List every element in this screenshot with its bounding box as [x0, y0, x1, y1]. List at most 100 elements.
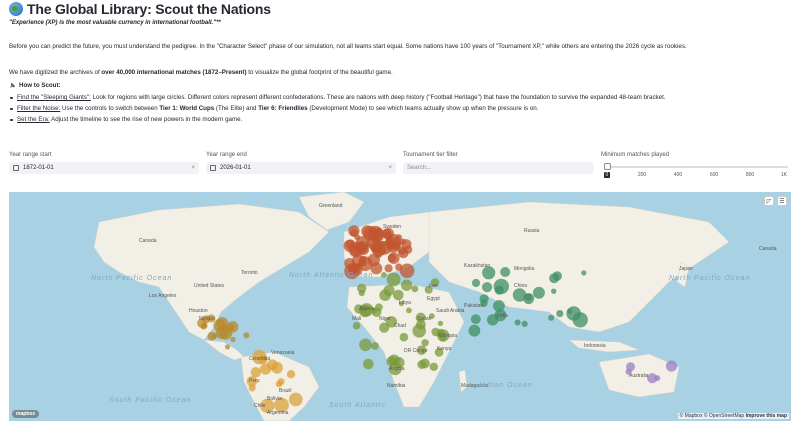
slider-track[interactable]	[607, 166, 788, 168]
min-matches-slider[interactable]: 0 200 400 600 800 1K	[604, 160, 788, 180]
team-circle[interactable]	[551, 288, 557, 294]
select-tool-button[interactable]: ◸	[764, 196, 774, 206]
improve-map-link[interactable]: Improve this map	[746, 413, 787, 419]
year-start-input[interactable]: 1872-01-01 ×	[9, 162, 199, 174]
team-circle[interactable]	[248, 384, 256, 392]
team-circle[interactable]	[406, 307, 412, 314]
team-circle[interactable]	[277, 378, 285, 386]
team-circle[interactable]	[556, 310, 564, 318]
mapbox-logo[interactable]: mapbox	[12, 410, 40, 418]
label-australia: Australia	[629, 373, 649, 379]
team-circle[interactable]	[468, 324, 481, 337]
team-circle[interactable]	[379, 322, 390, 333]
team-circle[interactable]	[395, 263, 403, 271]
how-to-label: How to Scout:	[19, 82, 61, 89]
archive-text: We have digitized the archives of	[9, 69, 102, 76]
label-india: India	[497, 313, 508, 319]
team-circle[interactable]	[216, 317, 229, 329]
team-circle[interactable]	[381, 272, 387, 278]
year-end-value: 2026-01-01	[220, 165, 251, 171]
label-argentina: Argentina	[267, 410, 289, 416]
team-circle[interactable]	[581, 270, 587, 276]
team-circle[interactable]	[401, 279, 413, 291]
team-circle[interactable]	[369, 240, 382, 253]
team-circle[interactable]	[493, 278, 509, 295]
team-circle[interactable]	[385, 237, 401, 253]
team-circle[interactable]	[224, 344, 231, 350]
team-circle[interactable]	[421, 339, 429, 347]
calendar-icon	[210, 165, 216, 171]
team-circle[interactable]	[384, 264, 393, 273]
team-circle[interactable]	[521, 320, 528, 327]
team-circle[interactable]	[286, 370, 296, 379]
team-circle[interactable]	[471, 278, 481, 288]
label-greenland: Greenland	[319, 203, 343, 209]
set-era-link[interactable]: Set the Era:	[17, 116, 50, 123]
team-circle[interactable]	[350, 245, 361, 257]
label-niger: Niger	[379, 316, 391, 322]
team-circle[interactable]	[361, 225, 374, 238]
label-los-angeles: Los Angeles	[149, 293, 177, 299]
team-circle[interactable]	[567, 308, 573, 314]
team-circle[interactable]	[437, 320, 444, 327]
team-circle[interactable]	[626, 362, 635, 372]
team-circle[interactable]	[250, 367, 262, 378]
team-circle[interactable]	[482, 282, 493, 293]
team-circle[interactable]	[417, 360, 427, 369]
team-circle[interactable]	[654, 375, 661, 382]
team-circle[interactable]	[381, 228, 392, 239]
slider-thumb[interactable]	[604, 163, 611, 170]
label-russia: Russia	[524, 228, 540, 234]
instructions-list: Find the "Sleeping Giants": Look for reg…	[10, 94, 666, 128]
team-circle[interactable]	[548, 314, 555, 321]
team-circle[interactable]	[371, 342, 379, 350]
team-circle[interactable]	[379, 289, 391, 301]
team-circle[interactable]	[230, 336, 236, 343]
label-toronto: Toronto	[241, 270, 258, 276]
team-circle[interactable]	[429, 362, 438, 371]
team-circle[interactable]	[387, 253, 397, 263]
team-circle[interactable]	[665, 360, 678, 372]
team-circle[interactable]	[358, 290, 365, 297]
team-circle[interactable]	[260, 363, 272, 375]
year-end-input[interactable]: 2026-01-01 ×	[206, 162, 396, 174]
team-circle[interactable]	[352, 321, 361, 330]
slider-tick-label: 600	[709, 172, 719, 178]
team-circle[interactable]	[350, 229, 358, 237]
team-circle[interactable]	[386, 272, 401, 287]
layers-button[interactable]: ☰	[777, 196, 787, 206]
world-map[interactable]: Greenland Canada Canada United States Me…	[9, 192, 791, 421]
team-circle[interactable]	[399, 332, 409, 342]
team-circle[interactable]	[243, 332, 250, 339]
team-circle[interactable]	[375, 303, 383, 312]
team-circle[interactable]	[411, 285, 419, 293]
team-circle[interactable]	[201, 322, 208, 329]
team-circle[interactable]	[532, 286, 545, 299]
team-circle[interactable]	[386, 356, 397, 367]
team-circle[interactable]	[363, 358, 374, 370]
tier-filter-input[interactable]: Search...	[403, 162, 594, 174]
label-mongolia: Mongolia	[514, 266, 535, 272]
team-circle[interactable]	[512, 288, 527, 302]
team-circle[interactable]	[207, 331, 217, 341]
clear-icon[interactable]: ×	[388, 165, 392, 171]
team-circle[interactable]	[359, 338, 372, 352]
clear-icon[interactable]: ×	[191, 165, 195, 171]
team-circle[interactable]	[398, 248, 409, 259]
team-circle[interactable]	[493, 300, 505, 312]
team-circle[interactable]	[393, 289, 404, 301]
how-to-heading: How to Scout:	[9, 82, 61, 89]
label-sweden: Sweden	[383, 224, 401, 230]
label-japan: Japan	[679, 266, 693, 272]
sleeping-giants-link[interactable]: Find the "Sleeping Giants":	[17, 94, 91, 101]
team-circle[interactable]	[271, 361, 283, 374]
team-circle[interactable]	[226, 321, 239, 333]
team-circle[interactable]	[514, 319, 521, 326]
filter-noise-link[interactable]: Filter the Noise:	[17, 105, 60, 112]
slider-tick-label: 1K	[780, 172, 788, 178]
team-circle[interactable]	[289, 392, 303, 407]
map-canvas[interactable]: Greenland Canada Canada United States Me…	[9, 192, 791, 421]
team-circle[interactable]	[470, 314, 481, 325]
team-circle[interactable]	[500, 267, 511, 277]
team-circle[interactable]	[552, 271, 562, 281]
